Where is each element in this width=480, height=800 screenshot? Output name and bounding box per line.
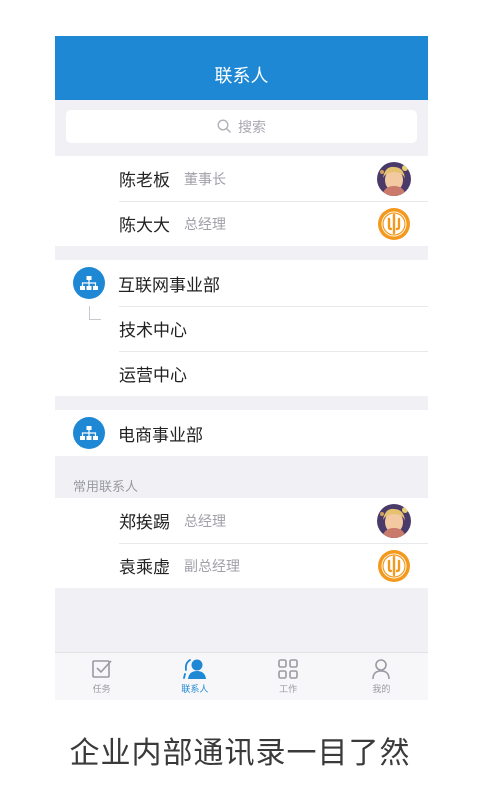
department-block: 互联网事业部 技术中心 运营中心	[55, 260, 428, 396]
section-gap	[55, 246, 428, 260]
frequent-contacts-label: 常用联系人	[55, 456, 428, 498]
contacts-icon	[182, 659, 206, 679]
sub-department-row[interactable]: 技术中心	[55, 306, 428, 351]
contact-row[interactable]: 陈老板 董事长	[55, 156, 428, 201]
bottom-tab-bar: 任务 联系人 工作 我的	[55, 652, 428, 700]
tab-me[interactable]: 我的	[335, 653, 428, 700]
tab-contacts[interactable]: 联系人	[148, 653, 241, 700]
search-placeholder: 搜索	[238, 119, 266, 136]
page-title: 联系人	[214, 66, 269, 87]
tab-label: 任务	[92, 685, 111, 695]
department-name: 互联网事业部	[118, 275, 220, 296]
frequent-contacts-list: 郑挨踢 总经理 袁乘虚 副总经理	[55, 498, 428, 588]
tree-connector	[89, 306, 101, 320]
grid-icon	[278, 659, 298, 679]
sub-department-row[interactable]: 运营中心	[55, 351, 428, 396]
promo-caption: 企业内部通讯录一目了然	[69, 736, 411, 771]
department-row[interactable]: 互联网事业部	[55, 260, 428, 306]
sub-department-name: 技术中心	[119, 321, 187, 341]
tab-label: 工作	[279, 685, 298, 695]
app-header: 联系人	[55, 36, 428, 100]
contact-row[interactable]: 郑挨踢 总经理	[55, 498, 428, 543]
tab-work[interactable]: 工作	[242, 653, 335, 700]
department-row[interactable]: 电商事业部	[55, 410, 428, 456]
search-input[interactable]: 搜索	[66, 110, 417, 143]
contact-row[interactable]: 陈大大 总经理	[55, 201, 428, 246]
contact-name: 袁乘虚	[119, 558, 170, 578]
avatar	[377, 504, 411, 538]
contact-title: 总经理	[184, 513, 226, 530]
avatar	[377, 207, 411, 241]
department-name: 电商事业部	[118, 425, 203, 446]
contact-name: 郑挨踢	[119, 513, 170, 533]
phone-screen: 联系人 搜索 陈老板 董事长 陈大大 总经理 互联网事业部 技术中心 运营中心 …	[55, 36, 428, 700]
contact-title: 董事长	[184, 171, 226, 188]
contact-title: 副总经理	[184, 558, 240, 575]
sub-department-name: 运营中心	[119, 366, 187, 386]
contact-name: 陈大大	[119, 216, 170, 236]
avatar	[377, 549, 411, 583]
profile-icon	[372, 659, 391, 680]
section-gap	[55, 396, 428, 410]
search-area: 搜索	[55, 100, 428, 156]
tab-label: 我的	[372, 685, 391, 695]
task-icon	[91, 660, 112, 678]
top-contacts-list: 陈老板 董事长 陈大大 总经理	[55, 156, 428, 246]
department-block: 电商事业部	[55, 410, 428, 456]
org-chart-icon	[73, 417, 105, 449]
contact-title: 总经理	[184, 216, 226, 233]
tab-label: 联系人	[181, 685, 209, 695]
tab-tasks[interactable]: 任务	[55, 653, 148, 700]
contact-row[interactable]: 袁乘虚 副总经理	[55, 543, 428, 588]
contact-name: 陈老板	[119, 171, 170, 191]
avatar	[377, 162, 411, 196]
search-icon	[217, 119, 231, 133]
org-chart-icon	[73, 267, 105, 299]
